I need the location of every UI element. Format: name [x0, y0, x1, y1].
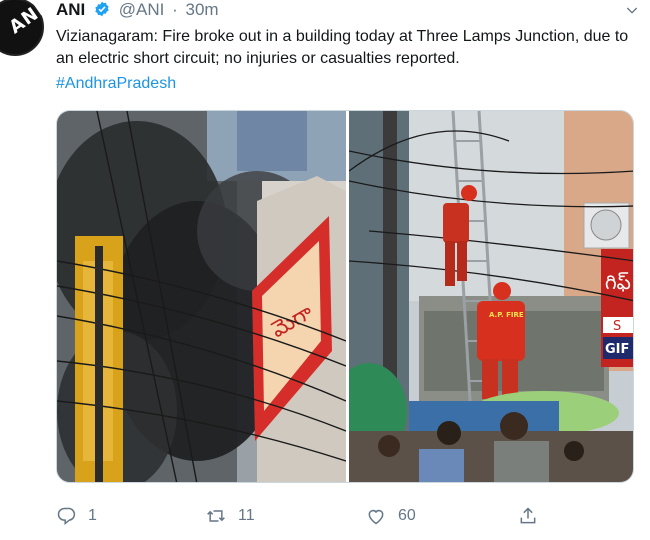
tweet-header: ANI @ANI · 30m — [56, 0, 219, 22]
firefighter-label: A.P. FIRE — [489, 311, 524, 319]
tweet[interactable]: ANI ANI @ANI · 30m Vizianagaram: Fire br… — [0, 0, 650, 540]
firefighters-ladder-photo: గిఫ్ S GIF A.P. FIRE — [349, 111, 633, 482]
like-icon — [368, 509, 384, 525]
share-icon — [520, 507, 536, 524]
smoke-building-photo: మెగా — [57, 111, 346, 482]
retweet-count: 11 — [238, 507, 255, 524]
handle[interactable]: @ANI — [119, 0, 165, 19]
share-button[interactable] — [518, 503, 538, 529]
reply-button[interactable]: 1 — [56, 503, 97, 529]
reply-count: 1 — [88, 507, 97, 524]
display-name[interactable]: ANI — [56, 0, 85, 19]
media-grid: మెగా గిఫ్ S GIF A.P. FIRE — [56, 110, 634, 483]
right-sign-text: గిఫ్ — [605, 270, 631, 294]
separator-dot: · — [172, 0, 178, 19]
hashtag-link[interactable]: #AndhraPradesh — [56, 75, 176, 93]
avatar[interactable]: ANI — [0, 0, 44, 58]
tweet-text: Vizianagaram: Fire broke out in a buildi… — [56, 28, 629, 67]
verified-badge-icon — [95, 1, 109, 17]
right-sign-sub2: GIF — [605, 342, 629, 357]
right-sign-sub: S — [613, 319, 621, 334]
photo-right[interactable]: గిఫ్ S GIF A.P. FIRE — [349, 111, 633, 482]
caret-down-icon[interactable] — [624, 2, 640, 18]
action-bar: 1 11 60 — [56, 503, 556, 529]
like-count: 60 — [398, 507, 416, 524]
timestamp[interactable]: 30m — [186, 0, 219, 19]
like-button[interactable]: 60 — [366, 503, 416, 529]
reply-icon — [57, 507, 76, 526]
photo-left[interactable]: మెగా — [57, 111, 346, 482]
retweet-icon — [207, 510, 225, 522]
retweet-button[interactable]: 11 — [206, 503, 255, 529]
